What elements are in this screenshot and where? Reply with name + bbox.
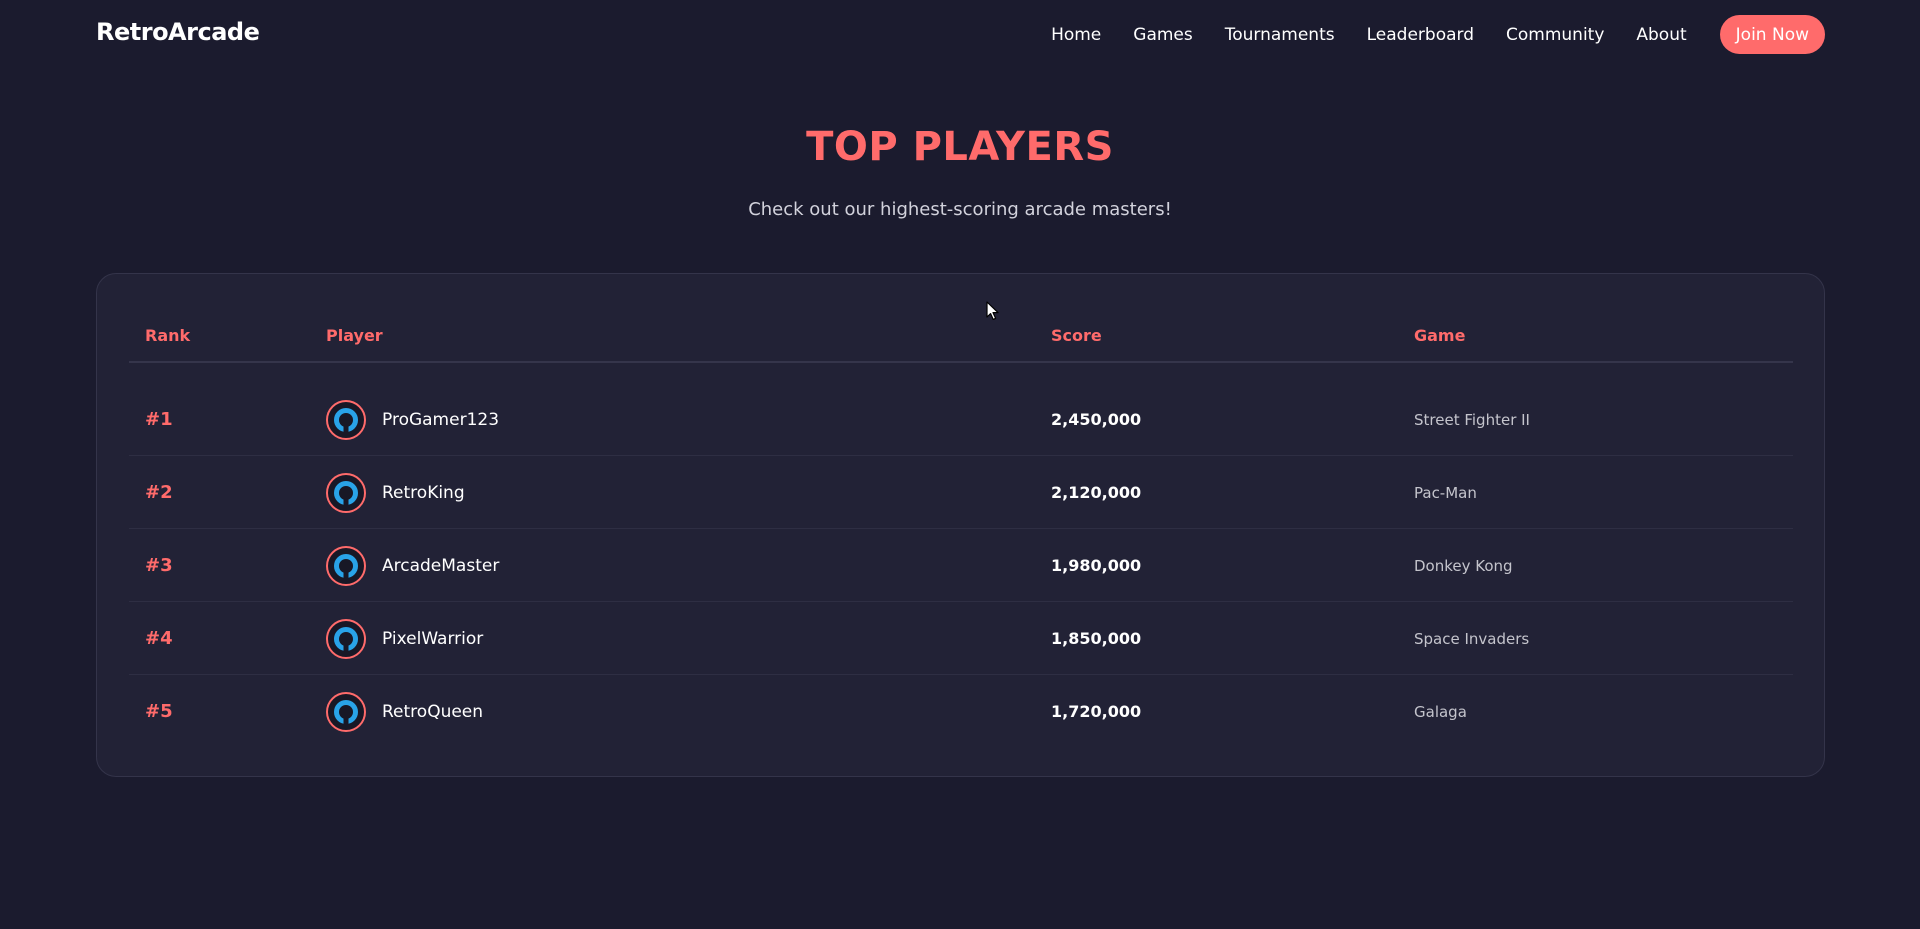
player-name: RetroKing [382,482,465,503]
column-header-game: Game [1414,326,1466,345]
table-row: #5 RetroQueen 1,720,000 Galaga [129,675,1793,748]
rank-cell: #1 [145,409,173,430]
column-header-rank: Rank [145,326,191,345]
player-name: ArcadeMaster [382,555,500,576]
score-cell: 1,980,000 [1051,556,1142,575]
player-cell: ProGamer123 [326,383,499,456]
nav-link-community[interactable]: Community [1506,25,1604,45]
join-now-button[interactable]: Join Now [1719,15,1825,54]
game-cell: Space Invaders [1414,629,1530,648]
table-row: #2 RetroKing 2,120,000 Pac-Man [129,456,1793,529]
mouse-pointer-icon [986,301,999,320]
table-header: Rank Player Score Game [129,304,1793,363]
user-avatar-icon [326,691,366,732]
score-cell: 2,120,000 [1051,483,1142,502]
player-name: ProGamer123 [382,409,500,430]
nav-link-tournaments[interactable]: Tournaments [1225,25,1335,45]
rank-cell: #3 [145,555,173,576]
player-cell: RetroKing [326,456,465,529]
page-subtitle: Check out our highest-scoring arcade mas… [748,199,1172,220]
player-cell: RetroQueen [326,675,483,748]
user-avatar-icon [326,545,366,586]
column-header-score: Score [1051,326,1102,345]
table-row: #3 ArcadeMaster 1,980,000 Donkey Kong [129,529,1793,602]
leaderboard-card: Rank Player Score Game #1 ProGamer123 2,… [96,273,1825,777]
user-avatar-icon [326,618,366,659]
game-cell: Donkey Kong [1414,556,1513,575]
nav-links: Home Games Tournaments Leaderboard Commu… [1051,15,1825,54]
player-cell: PixelWarrior [326,602,483,675]
score-cell: 2,450,000 [1051,410,1142,429]
rank-cell: #4 [145,628,173,649]
nav-link-home[interactable]: Home [1051,25,1101,45]
leaderboard-table: Rank Player Score Game #1 ProGamer123 2,… [129,304,1793,748]
user-avatar-icon [326,399,366,440]
player-name: RetroQueen [382,701,484,722]
game-cell: Street Fighter II [1414,410,1530,429]
nav-link-leaderboard[interactable]: Leaderboard [1367,25,1474,45]
user-avatar-icon [326,472,366,513]
table-body: #1 ProGamer123 2,450,000 Street Fighter … [129,363,1793,748]
rank-cell: #5 [145,701,173,722]
game-cell: Pac-Man [1414,483,1477,502]
rank-cell: #2 [145,482,173,503]
column-header-player: Player [326,326,383,345]
game-cell: Galaga [1414,702,1467,721]
nav-link-about[interactable]: About [1636,25,1686,45]
navbar: RetroArcade Home Games Tournaments Leade… [0,0,1920,70]
player-name: PixelWarrior [382,628,484,649]
nav-link-games[interactable]: Games [1133,25,1192,45]
score-cell: 1,720,000 [1051,702,1142,721]
player-cell: ArcadeMaster [326,529,499,602]
site-logo[interactable]: RetroArcade [96,18,260,46]
table-row: #4 PixelWarrior 1,850,000 Space Invaders [129,602,1793,675]
score-cell: 1,850,000 [1051,629,1142,648]
page-title: TOP PLAYERS [806,124,1114,170]
table-row: #1 ProGamer123 2,450,000 Street Fighter … [129,383,1793,456]
